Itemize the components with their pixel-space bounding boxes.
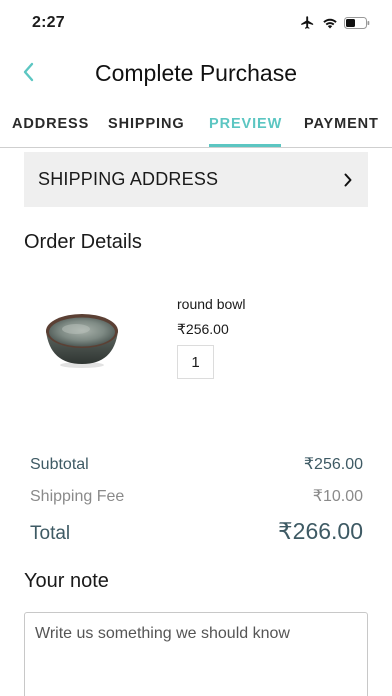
wifi-icon xyxy=(323,18,337,28)
shipping-fee-row: Shipping Fee ₹10.00 xyxy=(30,486,363,506)
product-name: round bowl xyxy=(177,296,246,312)
total-label: Total xyxy=(30,523,71,544)
product-image xyxy=(44,308,120,370)
step-payment[interactable]: PAYMENT xyxy=(304,116,379,132)
step-address[interactable]: ADDRESS xyxy=(12,116,89,132)
status-bar: 2:27 xyxy=(0,0,392,46)
note-input[interactable] xyxy=(24,612,368,696)
status-time: 2:27 xyxy=(32,14,65,31)
shipping-address-label: SHIPPING ADDRESS xyxy=(38,169,219,189)
shipping-address-row[interactable]: SHIPPING ADDRESS xyxy=(24,152,368,207)
step-shipping[interactable]: SHIPPING xyxy=(108,116,185,132)
active-step-indicator xyxy=(209,144,281,147)
checkout-steps: ADDRESS SHIPPING PREVIEW PAYMENT xyxy=(0,108,392,148)
header: Complete Purchase xyxy=(0,52,392,96)
page-title: Complete Purchase xyxy=(95,60,297,86)
shipping-fee-value: ₹10.00 xyxy=(312,488,363,505)
note-title: Your note xyxy=(24,570,109,592)
status-icons xyxy=(299,15,370,30)
chevron-right-icon xyxy=(344,173,352,186)
subtotal-label: Subtotal xyxy=(30,456,89,473)
subtotal-row: Subtotal ₹256.00 xyxy=(30,454,363,474)
quantity-box[interactable]: 1 xyxy=(177,345,214,379)
order-details-title: Order Details xyxy=(24,231,142,253)
airplane-icon xyxy=(301,16,314,29)
shipping-fee-label: Shipping Fee xyxy=(30,488,125,505)
total-row: Total ₹266.00 xyxy=(30,518,363,545)
battery-icon xyxy=(344,16,370,29)
step-preview[interactable]: PREVIEW xyxy=(209,116,282,132)
total-value: ₹266.00 xyxy=(278,518,363,544)
product-price: ₹256.00 xyxy=(177,321,229,337)
subtotal-value: ₹256.00 xyxy=(303,456,363,473)
bowl-image xyxy=(46,314,118,368)
